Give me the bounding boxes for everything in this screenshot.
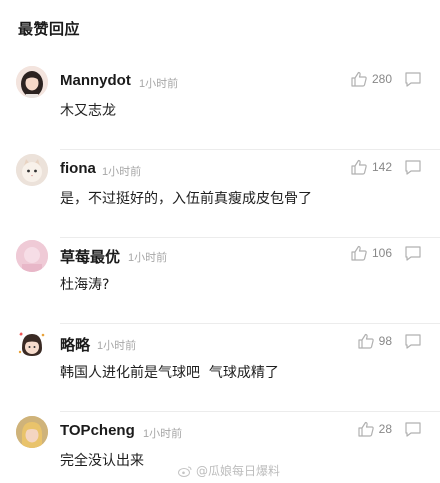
comment-bubble-icon	[405, 246, 421, 261]
username[interactable]: fiona	[60, 160, 96, 177]
timestamp: 1小时前	[97, 340, 137, 352]
like-count: 98	[378, 334, 392, 348]
thumbs-up-icon	[351, 245, 367, 261]
comment-bubble-icon	[405, 422, 421, 437]
like-button[interactable]: 98	[357, 332, 392, 350]
comment-text: 木又志龙	[60, 103, 116, 119]
username[interactable]: TOPcheng	[60, 422, 135, 439]
like-count: 106	[371, 246, 392, 260]
timestamp: 1小时前	[143, 428, 183, 440]
avatar-blonde-icon	[16, 416, 48, 448]
thumbs-up-icon	[358, 421, 374, 437]
divider	[60, 237, 440, 238]
comment-text: 完全没认出来	[60, 453, 144, 469]
username[interactable]: Mannydot	[60, 72, 131, 89]
thumbs-up-icon	[351, 71, 367, 87]
comment-bubble-icon	[405, 160, 421, 175]
avatar-pink-icon	[16, 240, 48, 272]
avatar-girl-dark-hair-icon	[16, 66, 48, 98]
reply-button[interactable]	[404, 421, 422, 437]
timestamp: 1小时前	[139, 78, 179, 90]
like-button[interactable]: 280	[350, 70, 392, 88]
user-avatar[interactable]	[16, 154, 48, 186]
weibo-icon	[178, 466, 192, 477]
comment-item: Mannydot 1小时前 木又志龙 280	[0, 66, 440, 150]
like-count: 28	[378, 422, 392, 436]
avatar-cat-icon	[16, 154, 48, 186]
comment-bubble-icon	[405, 334, 421, 349]
comment-item: 略略 1小时前 韩国人进化前是气球吧 气球成精了 98	[0, 328, 440, 412]
reply-button[interactable]	[404, 245, 422, 261]
timestamp: 1小时前	[102, 166, 142, 178]
like-button[interactable]: 142	[350, 158, 392, 176]
comment-bubble-icon	[405, 72, 421, 87]
divider	[60, 411, 440, 412]
comment-item: 草莓最优 1小时前 杜海涛? 106	[0, 240, 440, 324]
username[interactable]: 草莓最优	[60, 246, 120, 267]
comment-text: 杜海涛?	[60, 277, 110, 293]
reply-button[interactable]	[404, 71, 422, 87]
timestamp: 1小时前	[128, 252, 168, 264]
section-title: 最赞回应	[18, 20, 81, 38]
like-count: 280	[371, 72, 392, 86]
divider	[60, 149, 440, 150]
comment-text: 韩国人进化前是气球吧 气球成精了	[60, 365, 279, 381]
like-button[interactable]: 28	[357, 420, 392, 438]
thumbs-up-icon	[358, 333, 374, 349]
watermark: @瓜娘每日爆料	[178, 462, 280, 479]
comment-item: fiona 1小时前 是，不过挺好的，入伍前真瘦成皮包骨了 142	[0, 154, 440, 238]
avatar-cartoon-girl-icon	[16, 328, 48, 360]
reply-button[interactable]	[404, 333, 422, 349]
username[interactable]: 略略	[60, 334, 90, 355]
comment-text: 是，不过挺好的，入伍前真瘦成皮包骨了	[60, 191, 312, 207]
reply-button[interactable]	[404, 159, 422, 175]
user-avatar[interactable]	[16, 416, 48, 448]
divider	[60, 323, 440, 324]
like-button[interactable]: 106	[350, 244, 392, 262]
user-avatar[interactable]	[16, 66, 48, 98]
watermark-text: @瓜娘每日爆料	[196, 464, 281, 478]
user-avatar[interactable]	[16, 240, 48, 272]
like-count: 142	[371, 160, 392, 174]
thumbs-up-icon	[351, 159, 367, 175]
user-avatar[interactable]	[16, 328, 48, 360]
